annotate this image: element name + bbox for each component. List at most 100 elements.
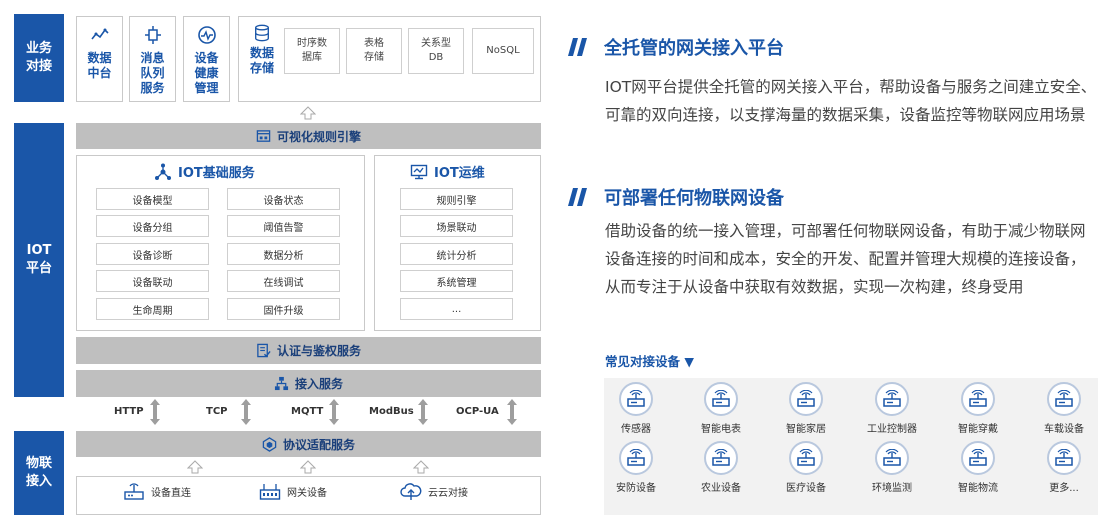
- protocol-label: ModBus: [369, 406, 414, 417]
- up-arrow-icon: [187, 460, 203, 474]
- iot-ops-cell: 场景联动: [400, 215, 513, 237]
- router-icon: [704, 382, 738, 416]
- router-icon: [875, 382, 909, 416]
- up-arrow-icon: [413, 460, 429, 474]
- access-gateway: 网关设备: [259, 481, 327, 501]
- device-label: 传感器: [621, 424, 651, 435]
- queue-icon: [144, 26, 161, 44]
- device-label: 智能电表: [701, 424, 741, 435]
- section-paragraph-1: IOT网平台提供全托管的网关接入平台，帮助设备与服务之间建立安全、可靠的双向连接…: [605, 78, 1097, 124]
- storage-nosql: NoSQL: [472, 28, 534, 74]
- iot-ops-cell: ...: [400, 298, 513, 320]
- iot-basic-cell: 固件升级: [227, 298, 340, 320]
- rule-engine-bar: 可视化规则引擎: [76, 123, 541, 149]
- business-data-center-label: 数据 中台: [87, 51, 112, 80]
- section-title-2: 可部署任何物联网设备: [568, 184, 784, 210]
- common-devices-toggle[interactable]: 常见对接设备 ▼: [605, 351, 694, 370]
- iot-ops-cell: 系统管理: [400, 270, 513, 292]
- iot-ops-cell: 规则引擎: [400, 188, 513, 210]
- business-message-queue-label: 消息 队列 服务: [140, 51, 165, 95]
- business-device-health: 设备 健康 管理: [183, 16, 230, 102]
- double-arrow-icon: [418, 399, 428, 425]
- category-business: 业务 对接: [14, 14, 64, 102]
- device-item[interactable]: 智能电表: [691, 382, 751, 435]
- device-item[interactable]: 农业设备: [691, 441, 751, 494]
- chart-icon: [90, 28, 109, 40]
- iot-basic-title: IOT基础服务: [154, 162, 255, 181]
- iot-ops-cell: 统计分析: [400, 243, 513, 265]
- double-arrow-icon: [507, 399, 517, 425]
- device-item[interactable]: 传感器: [606, 382, 666, 435]
- section-title-1-label: 全托管的网关接入平台: [604, 38, 784, 59]
- device-item[interactable]: 工业控制器: [862, 382, 922, 435]
- device-item[interactable]: 医疗设备: [776, 441, 836, 494]
- router-icon: [961, 382, 995, 416]
- device-label: 工业控制器: [867, 424, 917, 435]
- device-grid: [604, 378, 1098, 515]
- iot-basic-cell: 数据分析: [227, 243, 340, 265]
- business-message-queue: 消息 队列 服务: [129, 16, 176, 102]
- router-icon: [1047, 441, 1081, 475]
- device-label: 环境监测: [872, 483, 912, 494]
- device-label: 智能物流: [958, 483, 998, 494]
- router-icon: [704, 441, 738, 475]
- router-icon: [619, 441, 653, 475]
- router-icon: [789, 382, 823, 416]
- up-arrow-icon: [300, 460, 316, 474]
- router-icon: [875, 441, 909, 475]
- device-label: 车载设备: [1044, 424, 1084, 435]
- device-item[interactable]: 安防设备: [606, 441, 666, 494]
- protocol-label: MQTT: [291, 406, 324, 417]
- device-label: 医疗设备: [786, 483, 826, 494]
- access-direct-label: 设备直连: [151, 487, 191, 499]
- hierarchy-icon: [274, 376, 289, 391]
- device-item[interactable]: 智能家居: [776, 382, 836, 435]
- data-storage: 数据 存储: [244, 24, 280, 76]
- device-label: 农业设备: [701, 483, 741, 494]
- access-cloud: 云云对接: [400, 481, 468, 501]
- auth-label: 认证与鉴权服务: [276, 344, 361, 358]
- access-service-label: 接入服务: [294, 377, 343, 391]
- double-slash-icon: [568, 38, 587, 56]
- iot-ops-title-label: IOT运维: [434, 166, 485, 181]
- device-label: 智能家居: [786, 424, 826, 435]
- device-item[interactable]: 更多...: [1034, 441, 1094, 494]
- category-iot-platform: IOT 平台: [14, 123, 64, 397]
- iot-basic-cell: 设备状态: [227, 188, 340, 210]
- gateway-icon: [259, 484, 281, 500]
- section-title-2-label: 可部署任何物联网设备: [604, 188, 784, 209]
- access-direct: 设备直连: [123, 481, 191, 501]
- section-paragraph-2: 借助设备的统一接入管理，可部署任何物联网设备，有助于减少物联网设备连接的时间和成…: [605, 222, 1086, 296]
- adapter-icon: [262, 436, 277, 452]
- storage-table: 表格 存储: [346, 28, 402, 74]
- network-nodes-icon: [155, 163, 171, 180]
- storage-timeseries: 时序数 据库: [284, 28, 340, 74]
- health-icon: [197, 26, 216, 44]
- iot-ops-title: IOT运维: [410, 162, 485, 181]
- storage-relational: 关系型 DB: [408, 28, 464, 74]
- device-item[interactable]: 车载设备: [1034, 382, 1094, 435]
- double-arrow-icon: [150, 399, 160, 425]
- protocol-label: OCP-UA: [456, 406, 499, 417]
- access-service-bar: 接入服务: [76, 370, 541, 397]
- iot-basic-cell: 设备模型: [96, 188, 209, 210]
- double-arrow-icon: [241, 399, 251, 425]
- data-storage-label: 数据 存储: [249, 46, 274, 75]
- iot-basic-cell: 生命周期: [96, 298, 209, 320]
- device-label: 更多...: [1049, 483, 1079, 494]
- double-arrow-icon: [329, 399, 339, 425]
- up-arrow-icon: [300, 106, 316, 120]
- protocol-label: TCP: [206, 406, 228, 417]
- auth-icon: [257, 343, 271, 358]
- database-icon: [255, 24, 269, 42]
- device-item[interactable]: 智能物流: [948, 441, 1008, 494]
- device-item[interactable]: 环境监测: [862, 441, 922, 494]
- device-item[interactable]: 智能穿戴: [948, 382, 1008, 435]
- business-device-health-label: 设备 健康 管理: [194, 51, 219, 95]
- category-physical-access: 物联 接入: [14, 431, 64, 515]
- protocol-label: HTTP: [114, 406, 144, 417]
- section-title-1: 全托管的网关接入平台: [568, 34, 784, 60]
- cloud-icon: [400, 483, 422, 500]
- iot-basic-cell: 阈值告警: [227, 215, 340, 237]
- iot-basic-cell: 在线调试: [227, 270, 340, 292]
